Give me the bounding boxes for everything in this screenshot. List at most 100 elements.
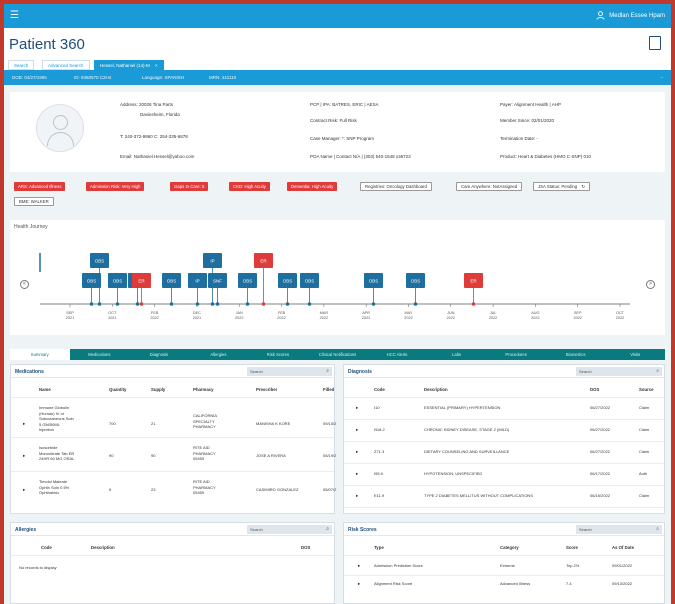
nav-tab-procedures[interactable]: Procedures — [486, 349, 546, 360]
divider — [344, 485, 664, 486]
flag-admission-risk[interactable]: Admission Risk: Very High — [86, 182, 145, 191]
diagnosis-search-input[interactable]: Search ⌕ — [576, 367, 662, 376]
flag-registries[interactable]: Registries: Oncology Dashboard — [360, 182, 432, 191]
search-icon[interactable]: ⌕ — [326, 367, 329, 376]
nav-tab-biometrics[interactable]: Biometrics — [546, 349, 606, 360]
expand-row-icon[interactable]: ▸ — [358, 581, 360, 587]
risk-search-placeholder: Search — [579, 527, 592, 532]
medications-header: Medications Search ⌕ — [11, 365, 334, 378]
event-dot — [261, 302, 266, 306]
nav-tab-risk-scores[interactable]: Risk Scores — [248, 349, 308, 360]
expand-row-icon[interactable]: ▸ — [23, 453, 25, 459]
medications-col-filled[interactable]: Filled — [323, 387, 334, 392]
timeline-tick-year: 2022 — [573, 316, 581, 320]
mrn-text: MRN: 441110 — [209, 75, 237, 80]
expand-row-icon[interactable]: ▸ — [23, 421, 25, 427]
search-icon[interactable]: ⌕ — [656, 525, 659, 534]
medications-search-input[interactable]: Search ⌕ — [247, 367, 332, 376]
nav-tab-clinical-notifications[interactable]: Clinical Notifications — [308, 349, 368, 360]
risk-col-score[interactable]: Score — [566, 545, 578, 550]
med-1-name-l4: 5 GM/50ML — [39, 421, 60, 427]
user-menu[interactable]: Medlan Essee Hpam — [596, 11, 665, 20]
risk-col-date[interactable]: As Of Date — [612, 545, 634, 550]
flag-jsa-status[interactable]: JSA Status: Pending ↻ — [533, 182, 590, 191]
diag-source: Claim — [639, 405, 650, 410]
event-dot — [307, 302, 312, 306]
expand-row-icon[interactable]: ▸ — [356, 493, 358, 499]
event-dot — [169, 302, 174, 306]
flag-care-anywhere[interactable]: Care Anywhere: NotAssigned — [456, 182, 523, 191]
flag-row: ARS: Advanced Illness Admission Risk: Ve… — [10, 180, 665, 213]
expand-row-icon[interactable]: ▸ — [356, 471, 358, 477]
flag-bme[interactable]: BME: WALKER — [14, 197, 54, 206]
section-nav: Summary Medications Diagnosis Allergies Risk… — [10, 349, 665, 360]
tab-advanced-search[interactable]: Advanced Search — [42, 60, 90, 70]
medications-col-prescriber[interactable]: Prescriber — [256, 387, 277, 392]
refresh-icon[interactable]: ↻ — [581, 184, 585, 189]
diagnosis-header: Diagnosis Search ⌕ — [344, 365, 664, 378]
timeline-tick-month: MAR — [320, 311, 329, 315]
med-1-name-l1: Immune Globulin — [39, 405, 70, 410]
divider — [11, 397, 334, 398]
diagnosis-col-code[interactable]: Code — [374, 387, 385, 392]
risk-col-type[interactable]: Type — [374, 545, 384, 550]
allergies-search-input[interactable]: Search ⌕ — [247, 525, 332, 534]
flag-ars[interactable]: ARS: Advanced Illness — [14, 182, 66, 191]
risk-2-date: 09/13/2022 — [612, 581, 633, 586]
diagnosis-col-dos[interactable]: DOS — [590, 387, 599, 392]
hamburger-icon[interactable]: ☰ — [10, 11, 19, 21]
event-dot — [471, 302, 476, 306]
nav-tab-visits[interactable]: Visits — [605, 349, 665, 360]
expand-row-icon[interactable]: ▸ — [356, 449, 358, 455]
med-1-name-l5: Injection — [39, 427, 54, 432]
flag-gaps-in-care[interactable]: Gaps In Care: 5 — [170, 182, 209, 191]
divider — [344, 575, 664, 576]
medications-col-name[interactable]: Name — [39, 387, 51, 392]
allergies-col-description[interactable]: Description — [91, 545, 115, 550]
pdf-icon[interactable] — [649, 36, 661, 50]
expand-row-icon[interactable]: ▸ — [358, 563, 360, 569]
diagnosis-col-source[interactable]: Source — [639, 387, 654, 392]
nav-tab-allergies[interactable]: Allergies — [189, 349, 249, 360]
nav-tab-medications[interactable]: Medications — [70, 349, 130, 360]
allergies-col-code[interactable]: Code — [41, 545, 52, 550]
collapse-icon[interactable]: – — [660, 75, 663, 80]
med-2-name: Isosorbide Mononitrate Tab ER 24HR 60 MG… — [39, 445, 74, 462]
id-text: ID: 8360570 C2H4 — [74, 75, 112, 80]
expand-row-icon[interactable]: ▸ — [356, 405, 358, 411]
nav-tab-diagnosis[interactable]: Diagnosis — [129, 349, 189, 360]
expand-row-icon[interactable]: ▸ — [23, 487, 25, 493]
divider — [344, 507, 664, 508]
tab-patient[interactable]: Hessel, Nathaniel (14)-M × — [94, 60, 164, 70]
med-3-supply: 23 — [151, 487, 156, 492]
flag-ckd[interactable]: CKD: High Acuity — [229, 182, 270, 191]
diagnosis-col-description[interactable]: Description — [424, 387, 448, 392]
medications-col-quantity[interactable]: Quantity — [109, 387, 126, 392]
event-dot — [97, 302, 102, 306]
avatar — [36, 104, 84, 152]
flag-dementia[interactable]: Dementia: High Acuity — [287, 182, 338, 191]
medications-col-pharmacy[interactable]: Pharmacy — [193, 387, 214, 392]
event-dot — [195, 302, 200, 306]
health-journey: Health Journey < > SEP 2021 OCT 2021 FEB 2022… — [10, 220, 665, 335]
diag-source: Claim — [639, 427, 650, 432]
event-dot — [215, 302, 220, 306]
nav-tab-summary[interactable]: Summary — [10, 349, 70, 360]
tab-search[interactable]: Search — [8, 60, 35, 70]
address-city: Daviesheim, Florida — [140, 112, 180, 117]
timeline-tick-year: 2022 — [362, 316, 370, 320]
event-dot — [139, 302, 144, 306]
risk-col-category[interactable]: Category — [500, 545, 519, 550]
nav-tab-labs[interactable]: Labs — [427, 349, 487, 360]
risk-search-input[interactable]: Search ⌕ — [576, 525, 662, 534]
med-2-prescriber: JOSE A RIVERA — [256, 453, 286, 458]
diag-code: Z71.3 — [374, 449, 385, 454]
close-icon[interactable]: × — [155, 63, 158, 68]
search-icon[interactable]: ⌕ — [326, 525, 329, 534]
medications-col-supply[interactable]: Supply — [151, 387, 165, 392]
expand-row-icon[interactable]: ▸ — [356, 427, 358, 433]
allergies-col-dos[interactable]: DOS — [301, 545, 310, 550]
nav-tab-hcc-alerts[interactable]: HCC Alerts — [367, 349, 427, 360]
timeline-tick-month: JUL — [490, 311, 497, 315]
search-icon[interactable]: ⌕ — [656, 367, 659, 376]
